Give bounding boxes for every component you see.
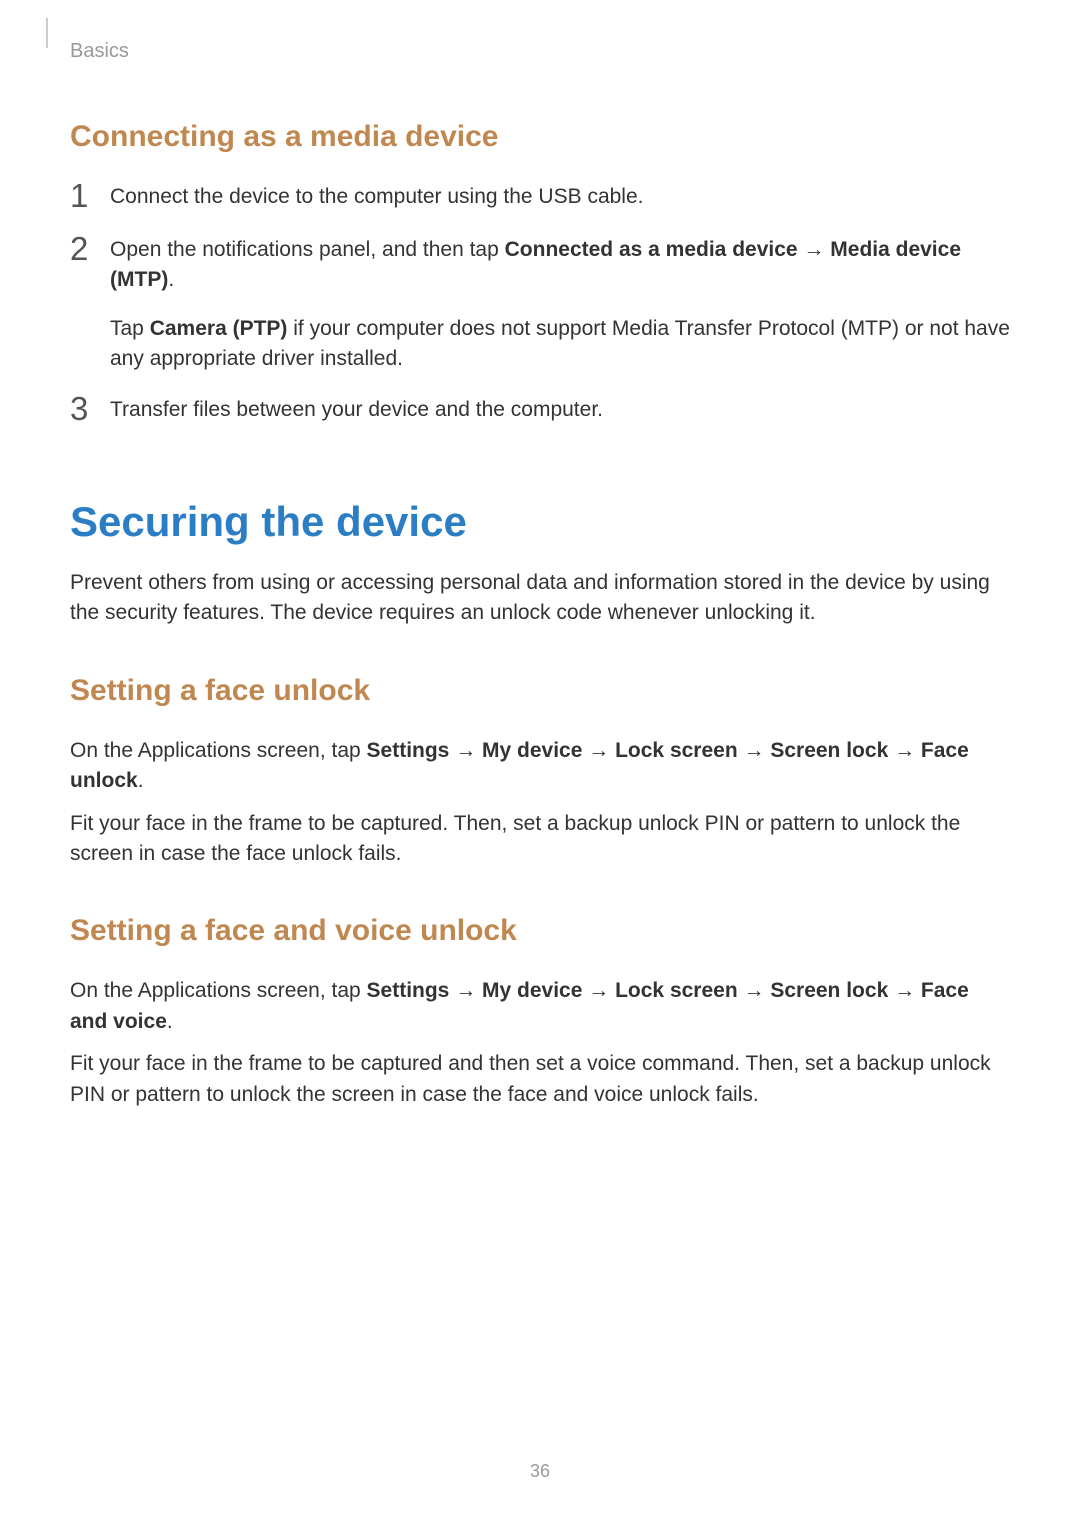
text-fragment: . <box>167 1010 173 1033</box>
paragraph: On the Applications screen, tap Settings… <box>70 736 1010 797</box>
text-fragment: Open the notifications panel, and then t… <box>110 238 505 261</box>
paragraph: Fit your face in the frame to be capture… <box>70 809 1010 870</box>
text-fragment: On the Applications screen, tap <box>70 739 367 762</box>
text-fragment: Tap <box>110 317 150 340</box>
text-fragment: On the Applications screen, tap <box>70 979 367 1002</box>
bold-text: My device <box>482 979 582 1002</box>
bold-text: My device <box>482 739 582 762</box>
section-heading-face-unlock: Setting a face unlock <box>70 674 1010 708</box>
intro-paragraph: Prevent others from using or accessing p… <box>70 568 1010 629</box>
step-number: 2 <box>70 232 102 265</box>
step-number: 3 <box>70 392 102 425</box>
bold-text: Camera (PTP) <box>150 317 288 340</box>
arrow-text: → <box>449 979 482 1002</box>
bold-text: Settings <box>367 739 450 762</box>
breadcrumb: Basics <box>70 40 129 63</box>
arrow-text: → <box>738 979 771 1002</box>
arrow-text: → <box>449 739 482 762</box>
arrow-text: → <box>888 979 921 1002</box>
step-content: Transfer files between your device and t… <box>110 395 1010 425</box>
bold-text: Screen lock <box>770 739 888 762</box>
bold-text: Lock screen <box>615 739 738 762</box>
step-number: 1 <box>70 179 102 212</box>
step-3: 3 Transfer files between your device and… <box>70 395 1010 428</box>
arrow-text: → <box>798 238 831 261</box>
page-number: 36 <box>0 1461 1080 1482</box>
step-1: 1 Connect the device to the computer usi… <box>70 182 1010 215</box>
bold-text: Connected as a media device <box>505 238 798 261</box>
text-fragment: . <box>168 268 174 291</box>
text-fragment: . <box>138 769 144 792</box>
paragraph: Fit your face in the frame to be capture… <box>70 1049 1010 1110</box>
sub-paragraph: Tap Camera (PTP) if your computer does n… <box>110 314 1010 375</box>
step-2: 2 Open the notifications panel, and then… <box>70 235 1010 375</box>
main-heading-securing: Securing the device <box>70 498 1010 546</box>
bold-text: Settings <box>367 979 450 1002</box>
arrow-text: → <box>582 979 615 1002</box>
arrow-text: → <box>582 739 615 762</box>
section-heading-face-voice-unlock: Setting a face and voice unlock <box>70 914 1010 948</box>
step-content: Connect the device to the computer using… <box>110 182 1010 212</box>
bold-text: Screen lock <box>770 979 888 1002</box>
header-divider <box>46 18 48 48</box>
paragraph: On the Applications screen, tap Settings… <box>70 976 1010 1037</box>
bold-text: Lock screen <box>615 979 738 1002</box>
section-heading-connecting: Connecting as a media device <box>70 120 1010 154</box>
arrow-text: → <box>738 739 771 762</box>
main-content: Connecting as a media device 1 Connect t… <box>70 100 1010 1122</box>
step-content: Open the notifications panel, and then t… <box>110 235 1010 375</box>
arrow-text: → <box>888 739 921 762</box>
